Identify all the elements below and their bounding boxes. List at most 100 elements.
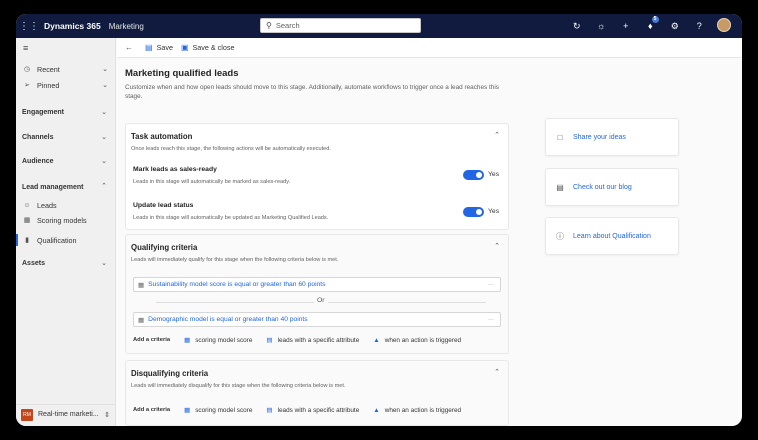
save-label: Save bbox=[156, 43, 173, 52]
criteria-item[interactable]: ▦ Sustainability model score is equal or… bbox=[133, 277, 501, 292]
save-close-button[interactable]: ▣ Save & close bbox=[181, 43, 235, 52]
card-subtitle: Leads will immediately qualify for this … bbox=[131, 257, 339, 263]
qualifying-criteria-card: Qualifying criteria ⌃ Leads will immedia… bbox=[125, 234, 509, 354]
save-button[interactable]: ▤ Save bbox=[145, 43, 173, 52]
help-icon[interactable]: ? bbox=[687, 21, 712, 31]
search-box[interactable]: ⚲ Search bbox=[260, 18, 421, 33]
add-criteria-label: Add a criteria bbox=[133, 337, 171, 343]
more-icon[interactable]: ··· bbox=[488, 317, 494, 323]
chevron-down-icon[interactable]: ⌄ bbox=[101, 133, 107, 141]
top-bar: ⋮⋮ Dynamics 365 Marketing ⚲ Search ↻ ☼ +… bbox=[16, 14, 742, 38]
group-channels[interactable]: Channels bbox=[22, 134, 54, 141]
learn-qualification-link[interactable]: ⓘ Learn about Qualification bbox=[545, 217, 679, 255]
sidebar-item-leads[interactable]: ☺ Leads bbox=[16, 198, 116, 212]
add-scoring-model-option[interactable]: ▦ scoring model score bbox=[184, 336, 253, 345]
criteria-text: Sustainability model score is equal or g… bbox=[148, 281, 326, 288]
toggle-label: Yes bbox=[488, 171, 500, 178]
chevron-down-icon[interactable]: ⌄ bbox=[102, 65, 108, 73]
group-audience[interactable]: Audience bbox=[22, 158, 54, 165]
option-label: leads with a specific attribute bbox=[277, 336, 360, 344]
criteria-text: Demographic model is equal or greater th… bbox=[148, 316, 308, 323]
copilot-icon[interactable]: ↻ bbox=[565, 21, 590, 32]
share-ideas-link[interactable]: □ Share your ideas bbox=[545, 118, 679, 156]
area-switcher[interactable]: RM Real-time marketi... ⇕ bbox=[16, 404, 116, 424]
row-title: Update lead status bbox=[133, 202, 194, 209]
brand-name[interactable]: Dynamics 365 bbox=[44, 21, 101, 31]
add-scoring-model-option[interactable]: ▦ scoring model score bbox=[184, 406, 253, 415]
criteria-icon: ▦ bbox=[138, 281, 145, 289]
chevron-down-icon[interactable]: ⌄ bbox=[101, 157, 107, 165]
app-window: ⋮⋮ Dynamics 365 Marketing ⚲ Search ↻ ☼ +… bbox=[16, 14, 742, 426]
row-title: Mark leads as sales-ready bbox=[133, 166, 217, 173]
group-assets[interactable]: Assets bbox=[22, 260, 45, 267]
hamburger-icon[interactable]: ≡ bbox=[23, 43, 28, 53]
save-close-icon: ▣ bbox=[180, 43, 189, 52]
command-bar: ← ▤ Save ▣ Save & close bbox=[117, 38, 742, 58]
row-description: Leads in this stage will automatically b… bbox=[133, 215, 329, 221]
sidebar-item-label: Pinned bbox=[37, 80, 60, 90]
sidebar-item-label: Qualification bbox=[37, 235, 77, 245]
sidebar-item-label: Scoring models bbox=[37, 215, 87, 225]
sidebar-item-scoring-models[interactable]: ▦ Scoring models bbox=[16, 213, 116, 227]
top-icons: ↻ ☼ + ♦ 5 ⚙ ? bbox=[565, 14, 737, 38]
qualification-icon: ▮ bbox=[25, 237, 29, 244]
back-arrow-icon: ← bbox=[125, 43, 133, 52]
toggle-label: Yes bbox=[488, 208, 500, 215]
user-avatar[interactable] bbox=[712, 18, 737, 34]
update-status-toggle[interactable] bbox=[463, 207, 484, 217]
settings-icon[interactable]: ⚙ bbox=[663, 21, 688, 32]
notification-badge: 5 bbox=[651, 16, 659, 23]
add-criteria-row: Add a criteria ▦ scoring model score ▤ lea… bbox=[133, 404, 501, 416]
add-attribute-option[interactable]: ▤ leads with a specific attribute bbox=[266, 336, 360, 345]
search-icon: ⚲ bbox=[266, 21, 272, 30]
search-placeholder: Search bbox=[275, 21, 300, 30]
option-label: when an action is triggered bbox=[384, 336, 462, 344]
feedback-icon: □ bbox=[557, 132, 563, 142]
more-icon[interactable]: ··· bbox=[488, 282, 494, 288]
chevron-up-icon[interactable]: ⌃ bbox=[101, 182, 107, 190]
scoring-icon: ▦ bbox=[184, 407, 191, 414]
collapse-icon[interactable]: ⌃ bbox=[494, 242, 500, 250]
group-engagement[interactable]: Engagement bbox=[22, 109, 64, 116]
criteria-icon: ▦ bbox=[138, 316, 145, 324]
group-lead-management[interactable]: Lead management bbox=[22, 184, 83, 191]
back-button[interactable]: ← bbox=[125, 43, 137, 52]
sidebar-item-recent[interactable]: ◷ Recent ⌄ bbox=[16, 62, 116, 76]
card-title: Qualifying criteria bbox=[131, 243, 198, 252]
chevron-down-icon[interactable]: ⌄ bbox=[101, 259, 107, 267]
sidebar-item-pinned[interactable]: ➢ Pinned ⌄ bbox=[16, 78, 116, 92]
lightbulb-icon[interactable]: ☼ bbox=[589, 21, 614, 31]
blog-link[interactable]: ▤ Check out our blog bbox=[545, 168, 679, 206]
trigger-icon: ▲ bbox=[373, 406, 380, 414]
page-description: Customize when and how open leads should… bbox=[125, 84, 499, 100]
criteria-item[interactable]: ▦ Demographic model is equal or greater … bbox=[133, 312, 501, 327]
add-attribute-option[interactable]: ▤ leads with a specific attribute bbox=[266, 406, 359, 415]
mark-sales-ready-toggle[interactable] bbox=[463, 170, 484, 180]
or-label: Or bbox=[314, 297, 328, 304]
collapse-icon[interactable]: ⌃ bbox=[494, 131, 500, 139]
trigger-icon: ▲ bbox=[373, 336, 380, 344]
add-action-option[interactable]: ▲ when an action is triggered bbox=[373, 407, 461, 414]
chevron-down-icon[interactable]: ⌄ bbox=[102, 81, 108, 89]
clock-icon: ◷ bbox=[23, 66, 31, 73]
link-label: Check out our blog bbox=[573, 183, 632, 191]
add-action-option[interactable]: ▲ when an action is triggered bbox=[373, 337, 461, 344]
add-icon[interactable]: + bbox=[614, 21, 639, 31]
row-description: Leads in this stage will automatically b… bbox=[133, 179, 291, 185]
collapse-icon[interactable]: ⌃ bbox=[494, 368, 500, 376]
sidebar-item-qualification[interactable]: ▮ Qualification bbox=[16, 233, 116, 247]
attribute-icon: ▤ bbox=[266, 407, 273, 414]
chevron-updown-icon: ⇕ bbox=[104, 411, 110, 419]
page-title: Marketing qualified leads bbox=[125, 68, 239, 79]
option-label: scoring model score bbox=[195, 406, 253, 414]
option-label: scoring model score bbox=[195, 336, 253, 344]
sidebar-item-label: Leads bbox=[37, 200, 57, 210]
app-name[interactable]: Marketing bbox=[109, 22, 144, 31]
card-title: Disqualifying criteria bbox=[131, 369, 209, 378]
chevron-down-icon[interactable]: ⌄ bbox=[101, 108, 107, 116]
sidebar-item-label: Recent bbox=[37, 64, 60, 74]
app-launcher-icon[interactable]: ⋮⋮ bbox=[16, 14, 42, 38]
notifications-icon[interactable]: ♦ 5 bbox=[638, 16, 663, 31]
save-icon: ▤ bbox=[145, 43, 153, 52]
add-criteria-row: Add a criteria ▦ scoring model score ▤ lea… bbox=[133, 334, 501, 346]
